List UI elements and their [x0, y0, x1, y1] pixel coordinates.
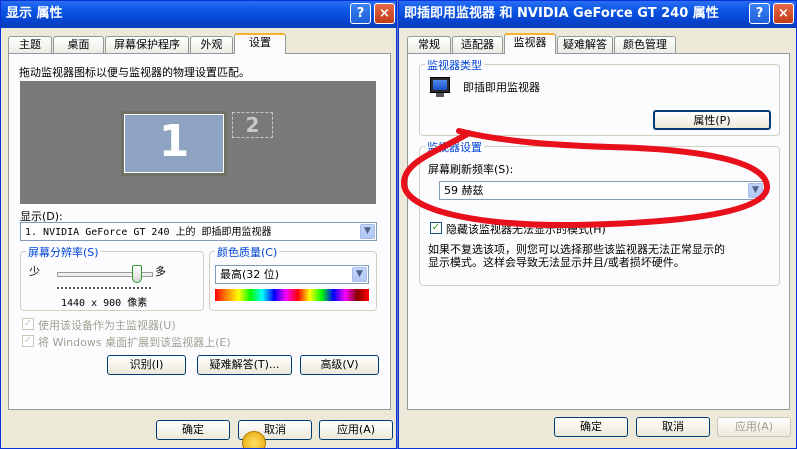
advanced-button[interactable]: 高级(V) — [300, 355, 379, 375]
color-quality-select[interactable]: 最高(32 位) ▼ — [215, 265, 369, 284]
troubleshoot-button[interactable]: 疑难解答(T)... — [197, 355, 292, 375]
extend-desktop-checkbox[interactable]: ✓ — [22, 335, 34, 347]
ok-button[interactable]: 确定 — [156, 420, 230, 440]
resolution-more-label: 多 — [155, 265, 166, 278]
apply-button[interactable]: 应用(A) — [319, 420, 393, 440]
tab-settings[interactable]: 设置 — [234, 33, 286, 54]
primary-monitor-checkbox[interactable]: ✓ — [22, 318, 34, 330]
settings-panel: 拖动监视器图标以便与监视器的物理设置匹配。 1 2 显示(D): 1. NVID… — [8, 53, 391, 410]
ok-button[interactable]: 确定 — [554, 417, 628, 437]
primary-monitor-label: 使用该设备作为主监视器(U) — [38, 319, 176, 332]
tab-bar: 主题 桌面 屏幕保护程序 外观 设置 — [6, 33, 391, 54]
resolution-group-label: 屏幕分辨率(S) — [26, 244, 101, 260]
monitor-1-label: 1 — [124, 114, 224, 173]
resolution-slider-ticks — [57, 287, 151, 291]
tab-desktop[interactable]: 桌面 — [53, 36, 104, 53]
color-spectrum-bar — [215, 289, 369, 301]
cancel-button[interactable]: 取消 — [636, 417, 710, 437]
cursor-icon — [242, 431, 266, 448]
resolution-slider-thumb[interactable] — [131, 265, 142, 283]
chevron-down-icon[interactable]: ▼ — [352, 267, 367, 282]
identify-button[interactable]: 识别(I) — [107, 355, 186, 375]
display-select[interactable]: 1. NVIDIA GeForce GT 240 上的 即插即用监视器 ▼ — [20, 222, 377, 241]
color-quality-group: 颜色质量(C) 最高(32 位) ▼ — [209, 244, 377, 311]
monitor-properties-window: 即插即用监视器 和 NVIDIA GeForce GT 240 属性 ? × 常… — [398, 0, 797, 449]
color-quality-value: 最高(32 位) — [220, 268, 280, 281]
instruction-text: 拖动监视器图标以便与监视器的物理设置匹配。 — [19, 66, 250, 79]
color-quality-group-label: 颜色质量(C) — [215, 244, 280, 260]
close-button[interactable]: × — [374, 3, 395, 24]
window-title: 显示 属性 — [6, 6, 63, 21]
tab-monitor[interactable]: 监视器 — [504, 33, 556, 54]
monitor-2-icon[interactable]: 2 — [232, 112, 273, 138]
resolution-less-label: 少 — [29, 265, 40, 278]
display-select-value: 1. NVIDIA GeForce GT 240 上的 即插即用监视器 — [25, 227, 272, 238]
resolution-value: 1440 x 900 像素 — [61, 298, 148, 309]
display-properties-window: 显示 属性 ? × 主题 桌面 屏幕保护程序 外观 设置 拖动监视器图标以便与监… — [0, 0, 397, 449]
tab-screensaver[interactable]: 屏幕保护程序 — [105, 36, 189, 53]
title-bar[interactable]: 显示 属性 — [1, 1, 396, 28]
extend-desktop-label: 将 Windows 桌面扩展到该监视器上(E) — [38, 336, 231, 349]
apply-button[interactable]: 应用(A) — [717, 417, 791, 437]
help-button[interactable]: ? — [350, 3, 371, 24]
tab-appearance[interactable]: 外观 — [190, 36, 233, 53]
monitor-1-icon[interactable]: 1 — [121, 111, 227, 176]
tab-themes[interactable]: 主题 — [8, 36, 52, 53]
chevron-down-icon[interactable]: ▼ — [360, 224, 375, 239]
resolution-group: 屏幕分辨率(S) 少 多 1440 x 900 像素 — [20, 244, 204, 311]
monitor-arrangement-area[interactable]: 1 2 — [20, 81, 376, 204]
red-annotation-circle — [400, 128, 771, 229]
